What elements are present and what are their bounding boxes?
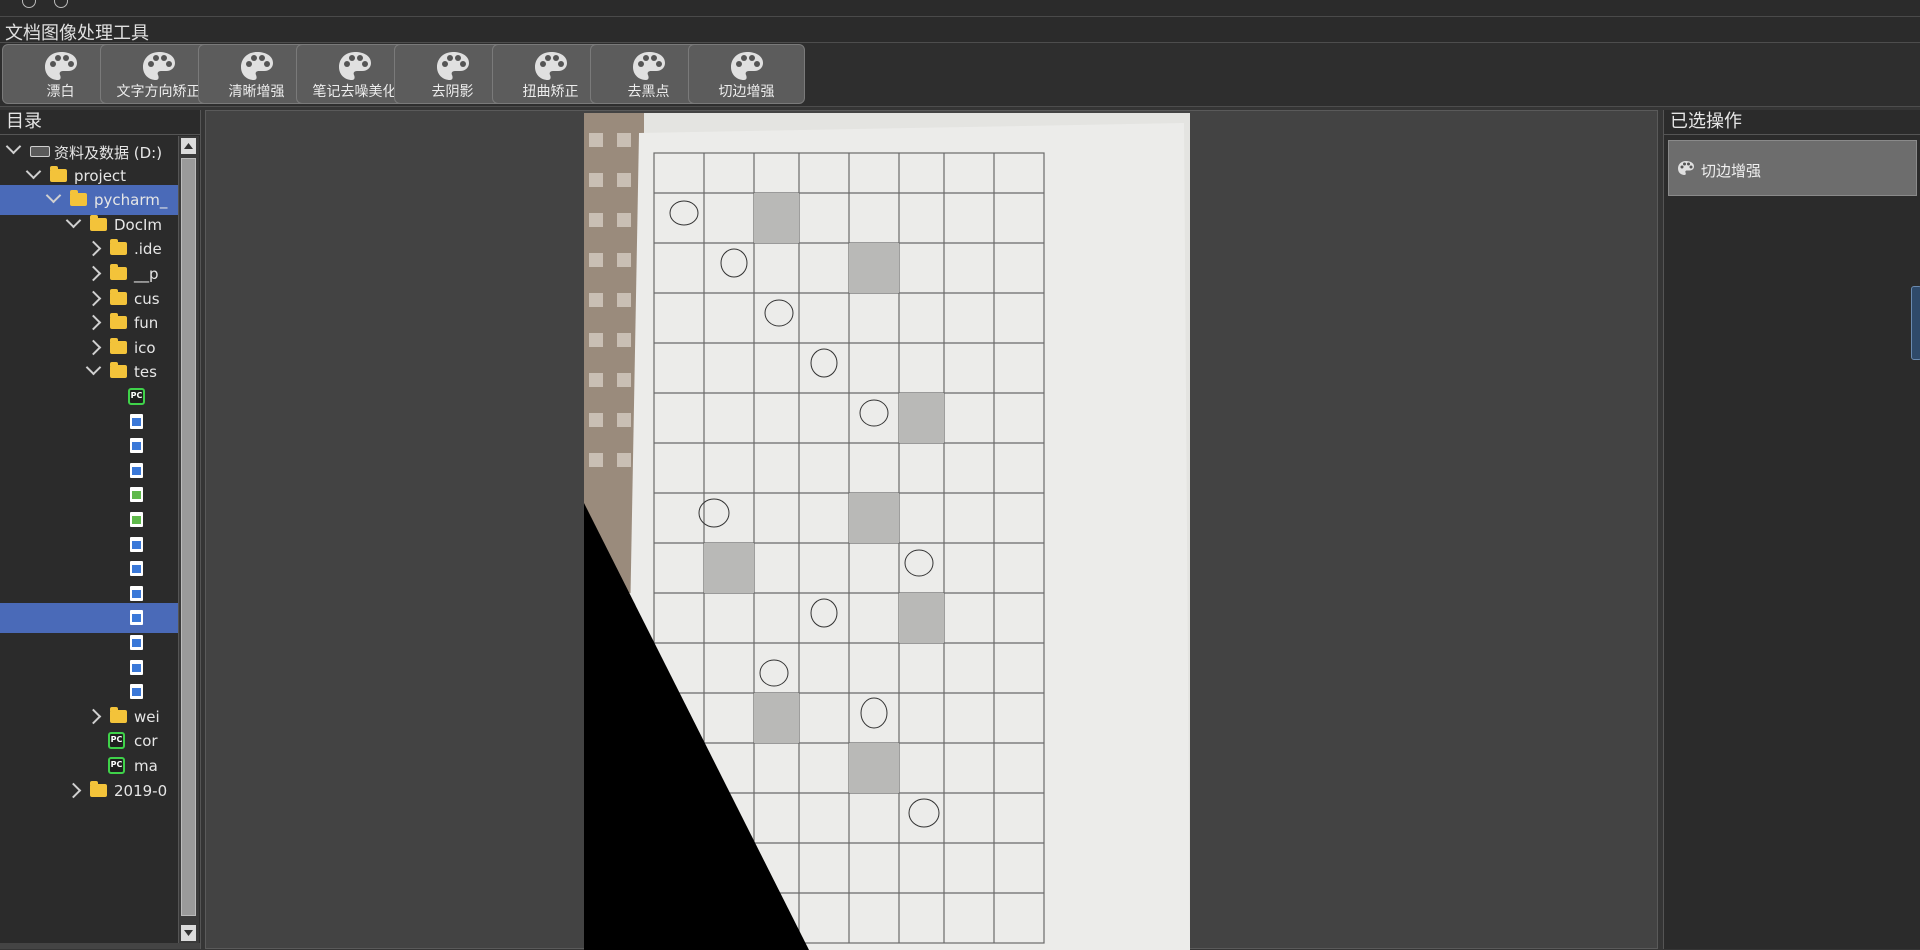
document-photo-graphic — [584, 113, 1190, 950]
tree-item-label: .ide — [134, 240, 162, 259]
side-scroll-indicator[interactable] — [1911, 286, 1920, 360]
file-icon — [130, 659, 143, 675]
drive-icon — [30, 146, 50, 157]
file-icon — [130, 462, 143, 478]
scroll-up-arrow-icon[interactable] — [181, 138, 196, 154]
tree-item-label: tes — [134, 363, 157, 382]
document-image — [584, 113, 1190, 950]
chevron-right-icon[interactable] — [85, 339, 102, 356]
image-file-icon — [130, 487, 143, 503]
file-icon — [130, 610, 143, 626]
palette-icon — [1678, 161, 1694, 175]
palette-icon — [535, 52, 567, 80]
chevron-down-icon[interactable] — [85, 360, 102, 376]
selected-operations-panel: 已选操作 切边增强 — [1663, 110, 1920, 949]
palette-icon — [633, 52, 665, 80]
pycharm-file-icon: PC — [108, 732, 125, 750]
tree-item[interactable]: 2019-0 — [0, 776, 178, 806]
palette-icon — [143, 52, 175, 80]
chevron-down-icon[interactable] — [45, 187, 62, 204]
palette-icon — [241, 52, 273, 80]
folder-icon — [110, 362, 127, 379]
palette-icon — [437, 52, 469, 80]
palette-icon — [731, 52, 763, 80]
folder-icon — [90, 780, 107, 797]
toolbar: 漂白 文字方向矫正 清晰增强 笔记去噪美化 去阴影 扭曲矫正 去黑点 切边增强 — [0, 43, 1920, 107]
tree-item-label: ma — [134, 757, 158, 775]
file-tree: 资料及数据 (D:) project pycharm_ DocIm .ide __p cus… — [0, 136, 178, 949]
scroll-down-arrow-icon[interactable] — [181, 925, 196, 941]
chevron-right-icon[interactable] — [85, 290, 102, 306]
folder-icon — [110, 264, 127, 280]
selected-operation-item[interactable]: 切边增强 — [1668, 140, 1917, 196]
selected-operations-title: 已选操作 — [1664, 110, 1920, 135]
folder-icon — [70, 190, 87, 207]
image-view-area — [205, 110, 1658, 950]
chevron-down-icon[interactable] — [25, 163, 42, 179]
file-icon — [130, 585, 143, 601]
file-icon — [130, 438, 143, 454]
chevron-right-icon[interactable] — [65, 782, 82, 798]
pycharm-file-icon: PC — [108, 757, 125, 774]
folder-icon — [110, 706, 127, 723]
file-icon — [130, 635, 143, 650]
image-file-icon — [130, 512, 143, 527]
chevron-right-icon[interactable] — [85, 241, 102, 257]
tree-item-label: 2019-0 — [114, 781, 168, 800]
folder-icon — [50, 165, 67, 182]
folder-icon — [110, 337, 127, 354]
chevron-right-icon[interactable] — [85, 314, 102, 331]
chevron-right-icon[interactable] — [85, 265, 102, 282]
file-icon — [130, 536, 143, 552]
tree-item-label: cor — [134, 732, 158, 751]
app-title: 文档图像处理工具 — [5, 23, 149, 44]
tree-item-label: project — [74, 166, 127, 185]
toolbar-button-label: 切边增强 — [718, 84, 775, 100]
tree-item-label: __p — [134, 265, 159, 283]
file-icon — [130, 561, 143, 577]
file-icon — [130, 413, 143, 429]
palette-icon — [339, 52, 371, 80]
tree-item-label: fun — [134, 314, 159, 333]
palette-icon — [45, 52, 77, 80]
app-title-bar: 文档图像处理工具 — [0, 17, 1920, 44]
window-control-icon[interactable] — [54, 0, 68, 8]
tree-item-label: pycharm_ — [94, 191, 168, 210]
folder-icon — [110, 239, 127, 256]
pycharm-file-icon: PC — [128, 388, 145, 405]
folder-icon — [110, 288, 127, 305]
window-control-icon[interactable] — [22, 0, 36, 8]
selected-operation-label: 切边增强 — [1701, 162, 1762, 180]
scrollbar-thumb[interactable] — [181, 158, 196, 916]
tree-item-label: ico — [134, 338, 156, 357]
tree-vertical-scrollbar[interactable] — [178, 136, 199, 943]
file-icon — [130, 684, 143, 700]
toolbar-button[interactable]: 切边增强 — [688, 44, 805, 104]
directory-panel-title: 目录 — [0, 110, 200, 135]
tree-item-label: DocIm — [114, 215, 163, 234]
tree-item-label: wei — [134, 707, 160, 726]
window-top-strip — [0, 0, 1920, 17]
chevron-down-icon[interactable] — [65, 212, 82, 229]
folder-icon — [110, 313, 127, 330]
tree-item-label: cus — [134, 289, 160, 308]
chevron-down-icon[interactable] — [5, 138, 22, 155]
directory-panel: 目录 资料及数据 (D:) project pycharm_ DocIm .ide __p… — [0, 110, 201, 949]
tree-horizontal-scrollbar[interactable] — [0, 943, 200, 949]
folder-icon — [90, 214, 107, 231]
chevron-right-icon[interactable] — [85, 708, 102, 725]
